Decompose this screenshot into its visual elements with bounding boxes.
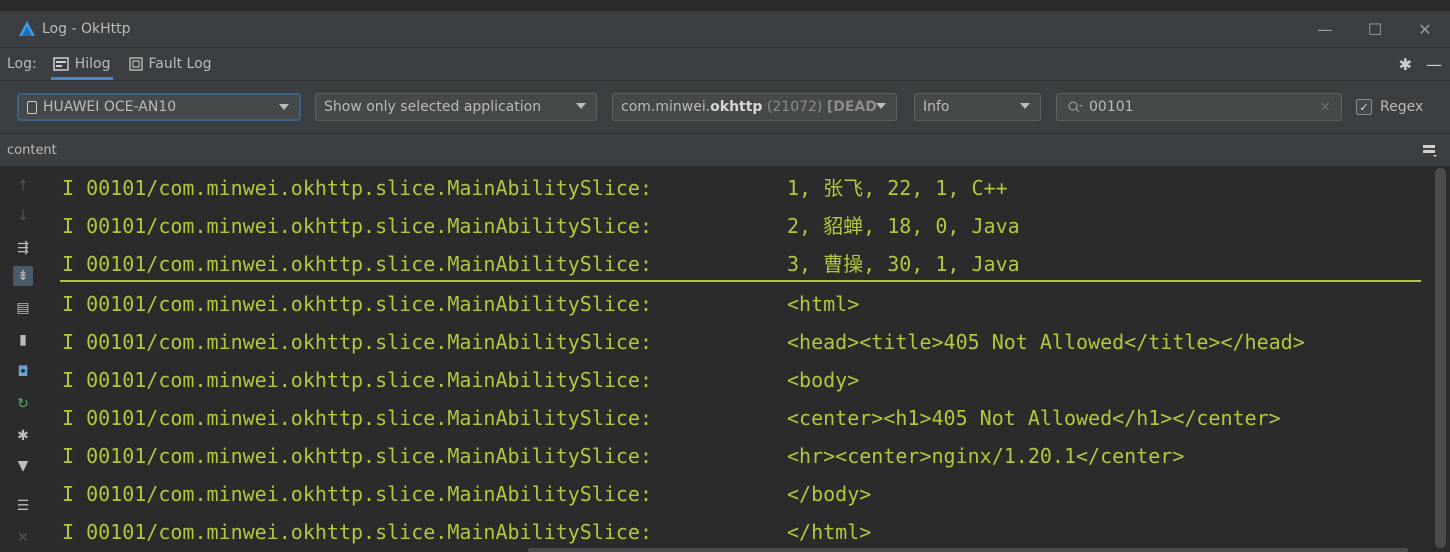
chevron-down-icon [576,103,586,109]
split-icon[interactable]: ☰ [13,496,33,516]
settings-icon[interactable]: ✱ [13,426,33,446]
device-icon [27,100,37,114]
regex-checkbox[interactable]: ✓ Regex [1356,93,1423,121]
scroll-up-icon[interactable]: ↑ [13,176,33,196]
hide-panel-icon[interactable]: — [1426,55,1442,74]
chevron-down-icon [876,103,886,109]
tab-hilog-label: Hilog [74,56,111,72]
log-label: Log: [7,56,37,72]
log-line: I 00101/com.minwei.okhttp.slice.MainAbil… [62,330,1305,354]
deveco-app-icon [18,20,36,38]
horizontal-scrollbar[interactable] [528,548,1408,552]
log-header: content [0,133,1450,166]
log-line: I 00101/com.minwei.okhttp.slice.MainAbil… [62,444,1185,468]
screenshot-icon[interactable]: ◘ [13,362,33,382]
filter-bar: HUAWEI OCE-AN10 Show only selected appli… [0,80,1450,133]
restart-icon[interactable]: ↻ [13,394,33,414]
log-line: I 00101/com.minwei.okhttp.slice.MainAbil… [62,176,1008,200]
chevron-down-icon [279,104,289,110]
log-level-value: Info [923,99,950,115]
clear-all-icon[interactable]: ▮ [13,330,33,350]
device-select[interactable]: HUAWEI OCE-AN10 [17,93,301,121]
log-line: I 00101/com.minwei.okhttp.slice.MainAbil… [62,292,860,316]
log-level-select[interactable]: Info [914,93,1041,121]
gear-icon[interactable]: ✱ [1399,55,1412,74]
clear-search-icon[interactable]: × [1319,99,1331,115]
fault-log-icon [128,57,143,71]
log-line: I 00101/com.minwei.okhttp.slice.MainAbil… [62,214,1020,238]
scroll-down-icon[interactable]: ↓ [13,206,33,226]
tab-fault-log[interactable]: Fault Log [127,48,214,80]
title-bar: Log - OkHttp — ☐ ✕ [0,11,1450,47]
minimize-button[interactable]: — [1300,11,1350,47]
search-value: 00101 [1089,99,1134,115]
vertical-scrollbar[interactable] [1431,166,1450,552]
package-value: com.minwei.okhttp (21072) [DEAD [621,99,877,115]
hilog-icon [52,57,69,71]
scrollbar-thumb[interactable] [1435,168,1446,548]
log-toolbar: ↑ ↓ ⇶ ⇟ ▤ ▮ ◘ ↻ ✱ ▼ ☰ ✕ [0,166,46,552]
current-line-marker [60,280,1421,282]
window-title: Log - OkHttp [42,21,131,37]
tab-fault-log-label: Fault Log [148,56,212,72]
filter-icon[interactable]: ▼ [13,456,33,476]
close-icon[interactable]: ✕ [13,528,33,548]
scroll-to-end-icon[interactable]: ⇟ [13,266,33,286]
regex-label: Regex [1380,99,1424,115]
close-button[interactable]: ✕ [1400,11,1450,47]
device-value: HUAWEI OCE-AN10 [43,99,177,115]
log-output: I 00101/com.minwei.okhttp.slice.MainAbil… [46,166,1431,552]
app-filter-select[interactable]: Show only selected application [315,93,597,121]
log-line: I 00101/com.minwei.okhttp.slice.MainAbil… [62,252,1020,276]
search-input[interactable]: 00101 × [1056,93,1342,121]
package-select[interactable]: com.minwei.okhttp (21072) [DEAD [612,93,897,121]
log-line: I 00101/com.minwei.okhttp.slice.MainAbil… [62,520,872,544]
tab-hilog[interactable]: Hilog [50,48,113,80]
log-line: I 00101/com.minwei.okhttp.slice.MainAbil… [62,368,860,392]
app-filter-value: Show only selected application [324,99,542,115]
maximize-button[interactable]: ☐ [1350,11,1400,47]
log-tabbar: Log: Hilog Fault Log ✱ — [0,47,1450,80]
columns-menu-icon[interactable] [1422,142,1438,161]
content-column-label: content [7,142,57,158]
soft-wrap-icon[interactable]: ⇶ [13,238,33,258]
log-line: I 00101/com.minwei.okhttp.slice.MainAbil… [62,482,872,506]
log-line: I 00101/com.minwei.okhttp.slice.MainAbil… [62,406,1281,430]
chevron-down-icon [1020,103,1030,109]
check-icon: ✓ [1356,99,1372,115]
print-icon[interactable]: ▤ [13,298,33,318]
search-icon [1067,100,1083,114]
